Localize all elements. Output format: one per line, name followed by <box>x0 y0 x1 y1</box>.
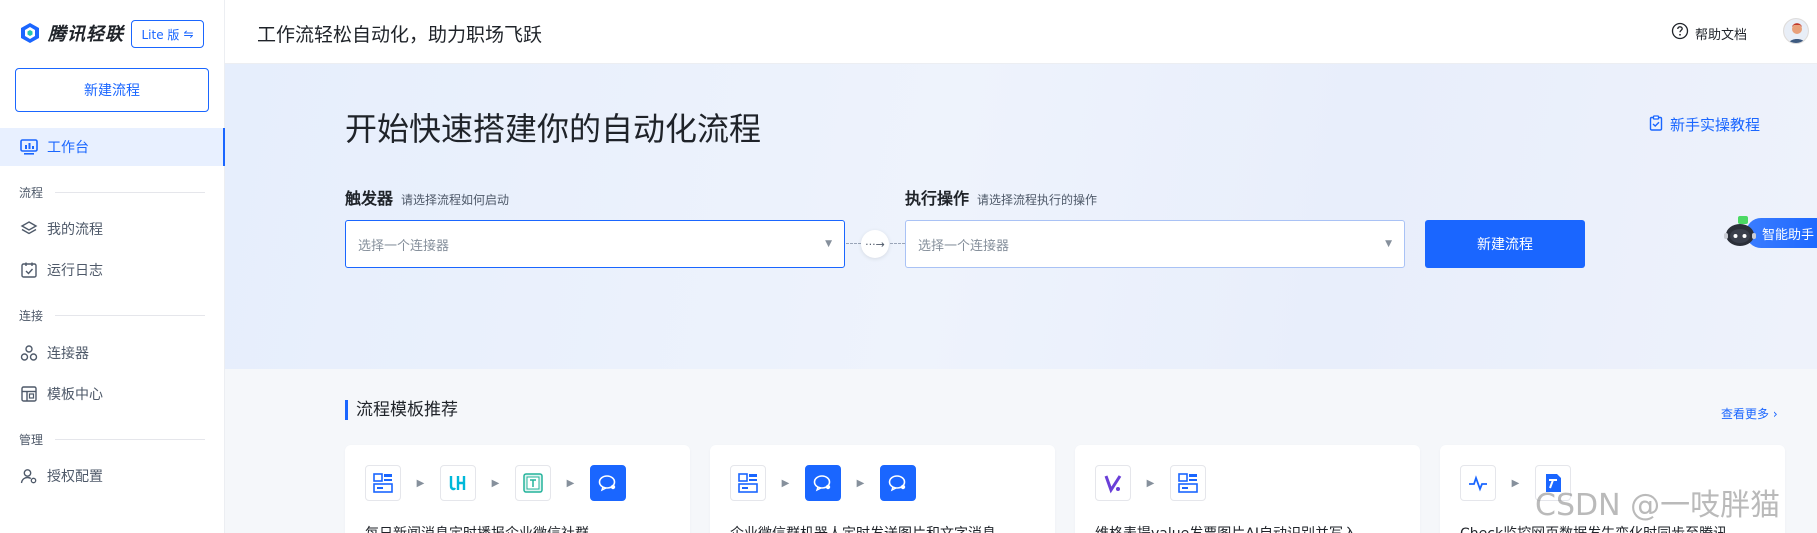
topbar: 工作流轻松自动化，助力职场飞跃 帮助文档 <box>225 0 1817 64</box>
chevron-right-icon: › <box>1772 407 1778 421</box>
trigger-label: 触发器 <box>345 189 394 208</box>
news-connector-icon <box>365 465 401 501</box>
sidebar-item-auth-config[interactable]: 授权配置 <box>0 457 225 495</box>
wecom-connector-icon <box>880 465 916 501</box>
action-connector-select[interactable]: 选择一个连接器 ▼ <box>905 220 1405 268</box>
sidebar-item-label: 连接器 <box>47 346 89 362</box>
action-hint: 请选择流程执行的操作 <box>977 193 1098 207</box>
nav-section-manage: 管理 <box>19 431 205 448</box>
template-card[interactable]: ▶ ▶ ▶ 每日新闻消息定时播报企业微信社群 <box>345 445 690 533</box>
see-more-label: 查看更多 <box>1721 407 1770 421</box>
wecom-connector-icon <box>805 465 841 501</box>
chain-arrow-icon: ▶ <box>781 477 790 489</box>
connector-chain: ▶ <box>1095 465 1206 501</box>
switch-icon: ⇋ <box>183 27 194 41</box>
tutorial-label: 新手实操教程 <box>1670 116 1761 134</box>
divider <box>55 439 205 440</box>
nav-section-connect: 连接 <box>19 307 205 324</box>
template-card[interactable]: ▶ 维格表提value发票图片AI自动识别并写入 <box>1075 445 1420 533</box>
hero-title: 开始快速搭建你的自动化流程 <box>345 110 762 148</box>
help-docs-link[interactable]: 帮助文档 <box>1671 22 1747 44</box>
template-card[interactable]: ▶ ▶ 企业微信群机器人定时发送图片和文字消息 <box>710 445 1055 533</box>
sidebar-item-label: 工作台 <box>47 140 89 156</box>
layers-icon <box>19 219 39 239</box>
nav-section-label: 流程 <box>19 186 44 200</box>
nav-section-flow: 流程 <box>19 184 205 201</box>
connector-icon <box>19 343 39 363</box>
chain-arrow-icon: ▶ <box>416 477 425 489</box>
sidebar: 腾讯轻联 Lite 版 ⇋ 新建流程 工作台 流程 我的流程 运行日志 连接 连… <box>0 0 225 533</box>
sidebar-item-connectors[interactable]: 连接器 <box>0 334 225 372</box>
chain-arrow-icon: ▶ <box>1146 477 1155 489</box>
sidebar-item-workbench[interactable]: 工作台 <box>0 128 225 166</box>
flow-dash-right <box>890 243 905 244</box>
sidebar-item-templates[interactable]: 模板中心 <box>0 375 225 413</box>
user-settings-icon <box>19 466 39 486</box>
lite-version-switch[interactable]: Lite 版 ⇋ <box>131 20 204 48</box>
avatar-icon <box>1784 19 1808 43</box>
tencent-qinglian-logo-icon <box>21 23 39 43</box>
lite-label: Lite 版 <box>141 27 180 42</box>
nav-section-label: 连接 <box>19 309 44 323</box>
chain-arrow-icon: ▶ <box>1511 477 1520 489</box>
jiandaoyun-connector-icon <box>440 465 476 501</box>
sidebar-item-my-flows[interactable]: 我的流程 <box>0 210 225 248</box>
help-docs-label: 帮助文档 <box>1694 27 1747 43</box>
template-description: 维格表提value发票图片AI自动识别并写入 <box>1095 523 1415 533</box>
template-icon <box>19 384 39 404</box>
flow-connector-icon: ···→ <box>861 230 889 258</box>
template-description: Check监控网页数据发生变化时同步至腾讯 <box>1460 523 1780 533</box>
sidebar-item-run-logs[interactable]: 运行日志 <box>0 251 225 289</box>
divider <box>55 315 205 316</box>
dropdown-caret-icon: ▼ <box>825 239 832 249</box>
sidebar-item-label: 授权配置 <box>47 469 103 485</box>
action-field-label: 执行操作 请选择流程执行的操作 <box>905 185 1097 209</box>
brand-logo[interactable]: 腾讯轻联 <box>18 20 124 46</box>
hero-panel: 开始快速搭建你的自动化流程 新手实操教程 触发器 请选择流程如何启动 选择一个连… <box>225 64 1817 369</box>
pulse-monitor-icon <box>1460 465 1496 501</box>
help-circle-icon <box>1671 22 1689 44</box>
chain-arrow-icon: ▶ <box>566 477 575 489</box>
nav-section-label: 管理 <box>19 433 44 447</box>
sidebar-item-label: 运行日志 <box>47 263 103 279</box>
connector-chain: ▶ ▶ ▶ <box>365 465 626 501</box>
template-description: 企业微信群机器人定时发送图片和文字消息 <box>730 523 1050 533</box>
smart-assistant-button[interactable]: 智能助手 <box>1722 216 1817 250</box>
beginner-tutorial-link[interactable]: 新手实操教程 <box>1648 114 1760 135</box>
trigger-placeholder: 选择一个连接器 <box>358 238 450 254</box>
news-connector-icon <box>1170 465 1206 501</box>
action-label: 执行操作 <box>905 189 970 208</box>
robot-icon <box>1724 216 1756 246</box>
sidebar-item-label: 我的流程 <box>47 222 103 238</box>
user-avatar[interactable] <box>1783 18 1809 44</box>
trigger-field-label: 触发器 请选择流程如何启动 <box>345 185 509 209</box>
template-description: 每日新闻消息定时播报企业微信社群 <box>365 523 685 533</box>
flow-dash-left <box>846 243 861 244</box>
sidebar-new-flow-button[interactable]: 新建流程 <box>15 68 209 112</box>
watermark: CSDN @一吱胖猫 <box>1535 488 1781 523</box>
dropdown-caret-icon: ▼ <box>1385 239 1392 249</box>
dashboard-icon <box>19 137 39 157</box>
templates-section-title: 流程模板推荐 <box>345 400 458 420</box>
connector-chain: ▶ ▶ <box>730 465 916 501</box>
trigger-hint: 请选择流程如何启动 <box>401 193 510 207</box>
divider <box>55 192 205 193</box>
create-flow-button[interactable]: 新建流程 <box>1425 220 1585 268</box>
clipboard-check-icon <box>1648 114 1664 135</box>
wecom-connector-icon <box>590 465 626 501</box>
chain-arrow-icon: ▶ <box>491 477 500 489</box>
trigger-connector-select[interactable]: 选择一个连接器 ▼ <box>345 220 845 268</box>
action-placeholder: 选择一个连接器 <box>918 238 1010 254</box>
sidebar-item-label: 模板中心 <box>47 387 103 403</box>
calendar-check-icon <box>19 260 39 280</box>
news-connector-icon <box>730 465 766 501</box>
see-more-link[interactable]: 查看更多 › <box>1721 405 1778 422</box>
chain-arrow-icon: ▶ <box>856 477 865 489</box>
slogan: 工作流轻松自动化，助力职场飞跃 <box>257 24 543 46</box>
brand-name: 腾讯轻联 <box>48 24 124 45</box>
text-box-connector-icon <box>515 465 551 501</box>
vika-connector-icon <box>1095 465 1131 501</box>
